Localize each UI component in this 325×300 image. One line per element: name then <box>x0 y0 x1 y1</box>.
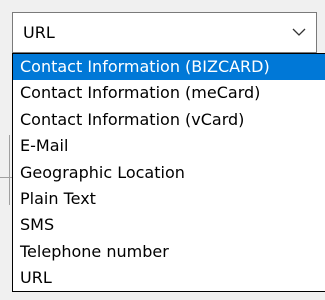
select-value: URL <box>23 23 55 42</box>
option-sms[interactable]: SMS <box>13 212 325 238</box>
option-telephone-number[interactable]: Telephone number <box>13 239 325 265</box>
option-mecard[interactable]: Contact Information (meCard) <box>13 80 325 106</box>
option-vcard[interactable]: Contact Information (vCard) <box>13 107 325 133</box>
option-url[interactable]: URL <box>13 265 325 291</box>
dropdown-list: Contact Information (BIZCARD) Contact In… <box>12 53 325 292</box>
background-guide-line-vertical <box>9 135 10 205</box>
option-bizcard[interactable]: Contact Information (BIZCARD) <box>13 54 325 81</box>
option-email[interactable]: E-Mail <box>13 133 325 159</box>
chevron-down-icon[interactable] <box>292 27 306 37</box>
qr-type-select[interactable]: URL <box>12 12 317 53</box>
option-geographic-location[interactable]: Geographic Location <box>13 160 325 186</box>
option-plain-text[interactable]: Plain Text <box>13 186 325 212</box>
